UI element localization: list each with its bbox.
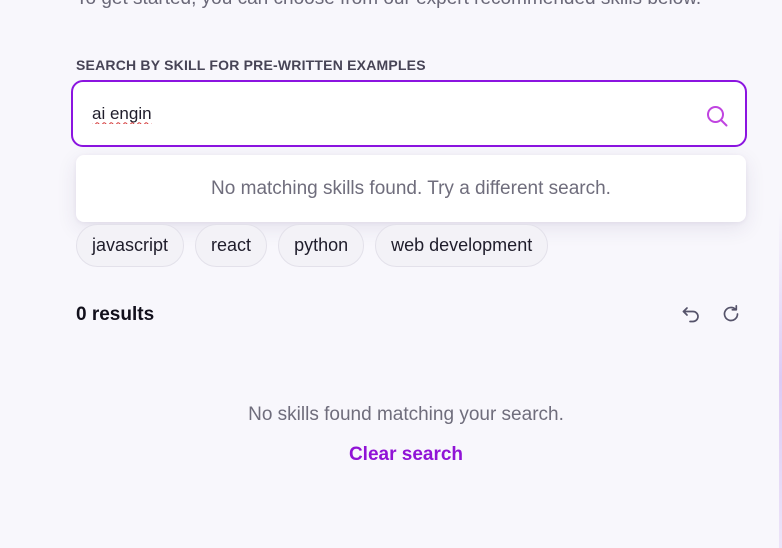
skill-chip-react[interactable]: react	[195, 224, 268, 267]
recommended-skill-chips: javascript react python web development	[76, 224, 549, 267]
undo-icon[interactable]	[681, 304, 701, 324]
intro-text: To get started, you can choose from our …	[76, 0, 701, 10]
skill-chip-javascript[interactable]: javascript	[76, 224, 185, 267]
no-match-message: No matching skills found. Try a differen…	[211, 177, 611, 199]
empty-state-message: No skills found matching your search.	[248, 404, 564, 425]
clear-search-link[interactable]: Clear search	[0, 444, 782, 466]
results-count: 0 results	[76, 304, 155, 325]
skill-chip-web-development[interactable]: web development	[375, 224, 549, 267]
skill-search-input[interactable]	[92, 103, 672, 124]
skill-chip-python[interactable]: python	[278, 224, 365, 267]
skill-search-box[interactable]	[71, 80, 747, 147]
search-section-label: SEARCH BY SKILL FOR PRE-WRITTEN EXAMPLES	[76, 57, 426, 73]
search-icon[interactable]	[705, 104, 729, 128]
search-suggestions-dropdown: No matching skills found. Try a differen…	[76, 155, 746, 222]
refresh-icon[interactable]	[721, 304, 741, 324]
